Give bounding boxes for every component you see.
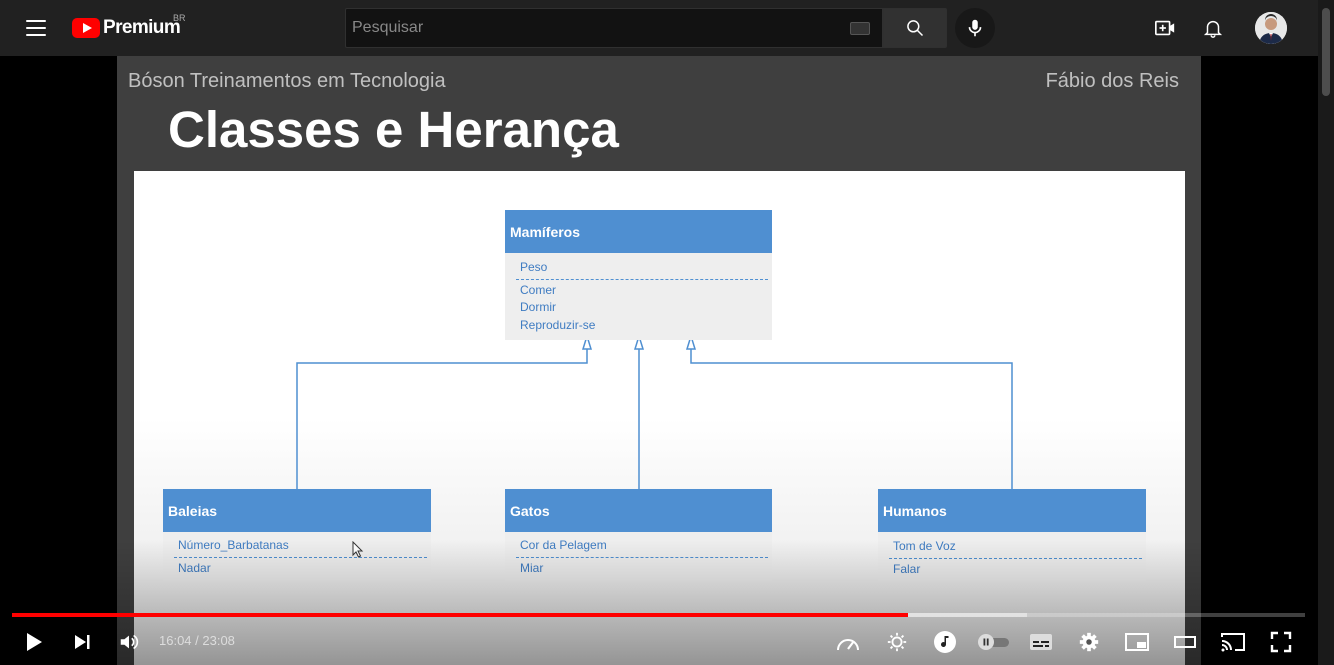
class-mamiferos: Mamíferos Peso Comer Dormir Reproduzir-s… bbox=[505, 210, 772, 340]
music-icon bbox=[934, 631, 956, 653]
class-name: Baleias bbox=[163, 489, 431, 532]
ambient-button[interactable] bbox=[883, 628, 911, 656]
theater-button[interactable] bbox=[1171, 628, 1199, 656]
page-scrollbar[interactable] bbox=[1318, 0, 1334, 665]
create-button[interactable] bbox=[1153, 16, 1177, 40]
uml-diagram: Mamíferos Peso Comer Dormir Reproduzir-s… bbox=[134, 171, 1185, 665]
class-divider bbox=[516, 556, 768, 558]
class-humanos: Humanos Tom de Voz Falar bbox=[878, 489, 1146, 581]
class-name: Humanos bbox=[878, 489, 1146, 532]
class-name: Mamíferos bbox=[505, 210, 772, 253]
speed-button[interactable] bbox=[834, 628, 862, 656]
settings-button[interactable] bbox=[1075, 628, 1103, 656]
subtitles-icon bbox=[1030, 634, 1052, 650]
class-attribute: Peso bbox=[520, 260, 548, 274]
subtitles-button[interactable] bbox=[1027, 628, 1055, 656]
miniplayer-icon bbox=[1125, 633, 1149, 651]
class-method: Comer bbox=[520, 282, 557, 297]
settings-icon bbox=[887, 632, 907, 652]
next-icon bbox=[75, 635, 90, 649]
scrollbar-thumb[interactable] bbox=[1322, 8, 1330, 96]
slide-title: Classes e Herança bbox=[168, 101, 619, 158]
volume-icon bbox=[120, 634, 139, 650]
masthead: Premium BR bbox=[0, 0, 1334, 56]
keyboard-icon[interactable] bbox=[850, 22, 870, 35]
next-button[interactable] bbox=[68, 628, 96, 656]
search-icon bbox=[907, 20, 924, 37]
create-icon bbox=[1155, 20, 1175, 36]
class-method: Dormir bbox=[520, 300, 556, 314]
youtube-logo-icon bbox=[72, 18, 100, 38]
slide-author: Fábio dos Reis bbox=[1045, 70, 1179, 92]
class-divider bbox=[889, 557, 1142, 559]
fullscreen-icon bbox=[1270, 631, 1292, 653]
notifications-button[interactable] bbox=[1201, 16, 1225, 40]
cast-icon bbox=[1221, 633, 1245, 652]
mic-icon bbox=[968, 19, 982, 37]
youtube-logo[interactable]: Premium BR bbox=[72, 13, 186, 39]
class-baleias: Baleias Número_Barbatanas Nadar bbox=[163, 489, 431, 581]
menu-icon[interactable] bbox=[24, 16, 48, 40]
theater-icon bbox=[1174, 636, 1196, 648]
country-code: BR bbox=[173, 13, 186, 23]
class-attribute: Número_Barbatanas bbox=[178, 538, 289, 552]
cast-button[interactable] bbox=[1219, 628, 1247, 656]
fullscreen-button[interactable] bbox=[1267, 628, 1295, 656]
speed-icon bbox=[837, 639, 859, 651]
music-button[interactable] bbox=[931, 628, 959, 656]
autoplay-toggle[interactable] bbox=[977, 628, 1011, 656]
play-icon bbox=[27, 633, 42, 651]
autoplay-toggle-icon bbox=[978, 634, 1009, 650]
time-display: 16:04 / 23:08 bbox=[159, 633, 235, 648]
progress-played bbox=[12, 613, 909, 617]
voice-search-button[interactable] bbox=[955, 8, 995, 48]
progress-bar[interactable] bbox=[12, 613, 1305, 617]
class-gatos: Gatos Cor da Pelagem Miar bbox=[505, 489, 772, 581]
search-button[interactable] bbox=[883, 8, 947, 48]
class-method: Nadar bbox=[178, 560, 211, 575]
bell-icon bbox=[1203, 20, 1223, 38]
logo-text: Premium bbox=[103, 17, 181, 38]
gear-icon bbox=[1079, 632, 1099, 652]
search-box bbox=[345, 8, 883, 48]
search-input[interactable] bbox=[346, 9, 882, 47]
class-method: Reproduzir-se bbox=[520, 317, 596, 332]
class-divider bbox=[174, 556, 427, 558]
slide-organization: Bóson Treinamentos em Tecnologia bbox=[128, 70, 446, 92]
video-frame[interactable]: Bóson Treinamentos em Tecnologia Fábio d… bbox=[117, 56, 1201, 665]
volume-button[interactable] bbox=[115, 628, 143, 656]
class-method: Miar bbox=[520, 560, 544, 575]
class-name: Gatos bbox=[505, 489, 772, 532]
avatar[interactable] bbox=[1255, 12, 1287, 44]
class-divider bbox=[516, 278, 768, 280]
mouse-cursor-icon bbox=[352, 541, 364, 558]
miniplayer-button[interactable] bbox=[1123, 628, 1151, 656]
play-button[interactable] bbox=[20, 628, 48, 656]
class-method: Falar bbox=[893, 561, 921, 576]
class-attribute: Cor da Pelagem bbox=[520, 538, 607, 552]
class-attribute: Tom de Voz bbox=[893, 539, 956, 553]
